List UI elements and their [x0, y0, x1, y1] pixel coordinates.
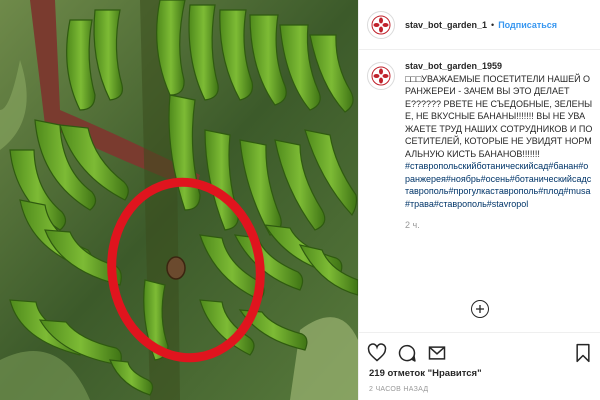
action-bar — [359, 332, 600, 372]
likes-count[interactable]: 219 отметок "Нравится" — [369, 368, 482, 379]
comment-button[interactable] — [397, 343, 417, 363]
avatar[interactable] — [367, 10, 395, 39]
header-username[interactable]: stav_bot_garden_1 — [405, 20, 487, 30]
caption-age: 2 ч. — [405, 220, 420, 230]
post-photo[interactable] — [0, 0, 358, 400]
banana-bunch-image — [0, 0, 358, 400]
post-time[interactable]: 2 ЧАСОВ НАЗАД — [369, 386, 428, 393]
caption-text: □□□УВАЖАЕМЫЕ ПОСЕТИТЕЛИ НАШЕЙ ОРАНЖЕРЕИ … — [405, 73, 593, 159]
plus-circle-icon — [476, 305, 484, 313]
like-button[interactable] — [367, 343, 387, 363]
heart-icon — [367, 343, 387, 362]
post-sidebar: stav_bot_garden_1 • Подписаться stav_bot… — [358, 0, 600, 400]
flower-logo-icon — [371, 15, 391, 34]
follow-button[interactable]: Подписаться — [498, 20, 557, 30]
caption-hashtags[interactable]: #ставропольскийботаническийсад#банан#ора… — [405, 160, 593, 210]
share-button[interactable] — [427, 343, 447, 363]
caption-username[interactable]: stav_bot_garden_1959 — [405, 60, 593, 73]
post-header: stav_bot_garden_1 • Подписаться — [359, 0, 600, 50]
save-button[interactable] — [573, 343, 593, 363]
share-icon — [428, 346, 446, 360]
header-separator: • — [491, 19, 495, 30]
caption-comment: stav_bot_garden_1959 □□□УВАЖАЕМЫЕ ПОСЕТИ… — [367, 60, 597, 232]
caption-avatar[interactable] — [367, 62, 395, 90]
bookmark-icon — [576, 343, 590, 363]
flower-logo-icon — [371, 66, 391, 86]
comment-icon — [398, 344, 416, 362]
caption-body: stav_bot_garden_1959 □□□УВАЖАЕМЫЕ ПОСЕТИ… — [405, 60, 593, 232]
load-more-comments-button[interactable] — [471, 300, 489, 318]
